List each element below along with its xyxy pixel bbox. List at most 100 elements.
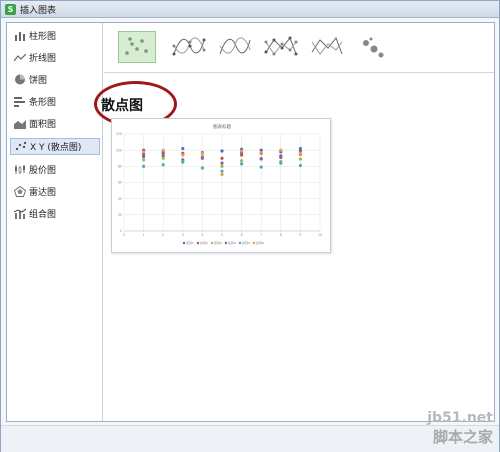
chart-title: 图表标题 <box>213 123 231 130</box>
scatter-point <box>181 159 185 164</box>
scatter-point <box>220 169 224 173</box>
scatter-point <box>142 150 146 154</box>
legend-marker <box>210 241 214 245</box>
chart-type-sidebar: 柱形图 折线图 饼图 条形图 面积图 X Y (散点图) 股价图 雷达图 组合图 <box>7 23 103 421</box>
chart-legend: 系列1 系列2 系列3 系列4 系列5 系列6 <box>182 240 264 245</box>
scatter-chart-icon <box>15 141 27 151</box>
scatter-point <box>142 158 146 162</box>
sidebar-item-area[interactable]: 面积图 <box>10 115 100 132</box>
subtype-scatter-markers[interactable] <box>118 31 156 63</box>
x-tick-label: 0 <box>123 233 125 237</box>
y-tick-label: 60 <box>118 181 122 185</box>
scatter-point <box>259 157 263 161</box>
scatter-point <box>200 156 204 160</box>
stock-chart-icon <box>15 165 25 174</box>
legend-marker <box>224 241 228 245</box>
legend-label: 系列4 <box>228 240 236 245</box>
scatter-point <box>161 151 165 155</box>
scatter-point <box>279 148 283 152</box>
scatter-point <box>298 157 302 161</box>
scatter-point <box>259 150 263 155</box>
scatter-point <box>161 163 165 167</box>
sidebar-item-radar[interactable]: 雷达图 <box>10 183 100 200</box>
chart-subtype-row <box>104 23 494 73</box>
window-title: 插入图表 <box>20 6 57 16</box>
wps-app-icon: S <box>5 4 16 15</box>
sidebar-item-column[interactable]: 柱形图 <box>10 27 100 44</box>
scatter-smooth-lines-icon <box>219 37 251 55</box>
sidebar-item-bar[interactable]: 条形图 <box>10 93 100 110</box>
y-tick-label: 80 <box>118 165 122 169</box>
title-bar[interactable]: S 插入图表 <box>1 1 499 18</box>
legend-label: 系列5 <box>242 240 250 245</box>
pie-chart-icon <box>15 74 25 85</box>
subtype-scatter-straight-lines-markers[interactable] <box>262 31 300 63</box>
status-bar <box>1 425 499 452</box>
scatter-point <box>161 148 165 152</box>
scatter-point <box>240 162 244 166</box>
insert-chart-dialog: S 插入图表 柱形图 折线图 饼图 条形图 面积图 X Y (散点图) 股价图 … <box>0 0 500 452</box>
legend-marker <box>252 241 256 245</box>
sidebar-item-stock[interactable]: 股价图 <box>10 161 100 178</box>
scatter-point <box>279 154 283 158</box>
scatter-point <box>298 163 302 168</box>
scatter-straight-lines-markers-icon <box>264 36 298 56</box>
x-tick-label: 3 <box>182 233 184 237</box>
bar-chart-icon <box>14 97 25 107</box>
legend-marker <box>182 241 186 245</box>
scatter-point <box>220 156 224 160</box>
scatter-point <box>161 156 165 160</box>
scatter-point <box>220 149 224 153</box>
legend-label: 系列3 <box>214 240 222 245</box>
sidebar-item-scatter[interactable]: X Y (散点图) <box>10 138 100 155</box>
bubble-icon <box>363 37 384 58</box>
subtype-scatter-smooth-lines[interactable] <box>216 31 254 63</box>
subtype-bubble[interactable] <box>354 31 392 63</box>
subtype-scatter-smooth-lines-markers[interactable] <box>170 31 208 63</box>
legend-label: 系列6 <box>256 240 264 245</box>
scatter-point <box>220 172 224 177</box>
x-tick-label: 5 <box>221 233 223 237</box>
y-tick-label: 0 <box>120 229 122 233</box>
column-chart-icon <box>15 32 25 41</box>
y-tick-label: 40 <box>118 197 122 201</box>
scatter-point <box>298 151 302 155</box>
scatter-point <box>200 166 204 170</box>
subtype-scatter-straight-lines[interactable] <box>308 31 346 63</box>
legend-label: 系列1 <box>186 240 194 245</box>
x-tick-label: 10 <box>318 233 322 237</box>
scatter-markers-icon <box>125 37 148 55</box>
scatter-point <box>240 159 244 163</box>
scatter-point <box>181 146 185 151</box>
y-tick-label: 100 <box>116 148 122 152</box>
chart-preview[interactable]: 图表标题 0 20 40 60 80 100 120 0 1 2 3 4 5 6 7 8 9 10 系列1 系列2 系… <box>111 118 331 253</box>
y-tick-label: 20 <box>118 213 122 217</box>
scatter-point <box>220 161 224 165</box>
x-tick-label: 8 <box>280 233 282 237</box>
y-tick-label: 120 <box>116 132 122 136</box>
sidebar-item-line[interactable]: 折线图 <box>10 49 100 66</box>
site-watermark: jb51.net 脚本之家 <box>427 410 493 447</box>
watermark-url: jb51.net <box>427 410 493 426</box>
scatter-point <box>240 149 244 153</box>
sidebar-item-combo[interactable]: 组合图 <box>10 205 100 222</box>
scatter-preview-chart: 图表标题 0204060801001200 1 2 3 4 5 6 7 8 9 10 系列1 系列2 系… <box>116 123 322 245</box>
scatter-straight-lines-icon <box>311 37 343 55</box>
x-tick-label: 9 <box>299 233 301 237</box>
sidebar-item-pie[interactable]: 饼图 <box>10 71 100 88</box>
scatter-point <box>220 164 224 168</box>
x-tick-label: 4 <box>201 233 203 237</box>
legend-label: 系列2 <box>200 240 208 245</box>
scatter-point <box>200 151 204 155</box>
x-tick-label: 1 <box>143 233 145 237</box>
legend-marker <box>238 241 242 245</box>
scatter-point <box>279 161 283 165</box>
scatter-point <box>181 153 185 157</box>
radar-chart-icon <box>14 186 26 197</box>
x-tick-label: 6 <box>241 233 243 237</box>
x-tick-label: 2 <box>162 233 164 237</box>
scatter-point <box>259 165 263 169</box>
combo-chart-icon <box>14 208 26 219</box>
scatter-smooth-lines-markers-icon <box>172 37 206 56</box>
plot-grid <box>123 133 321 232</box>
